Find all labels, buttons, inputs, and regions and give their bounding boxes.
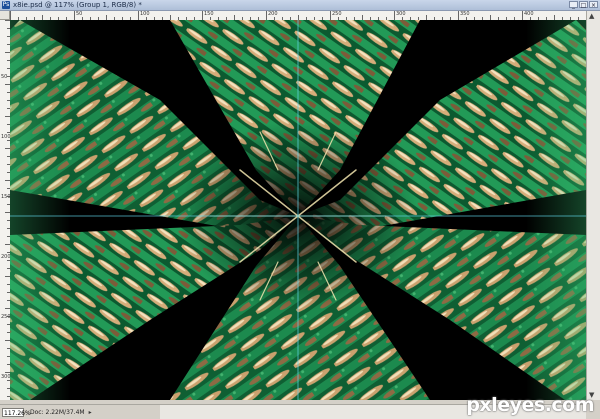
ruler-tick xyxy=(394,11,395,20)
ruler-label: 400 xyxy=(524,11,534,17)
ruler-tick xyxy=(522,11,523,20)
ruler-tick xyxy=(74,11,75,20)
ruler-label: 200 xyxy=(268,11,278,17)
ruler-tick xyxy=(10,11,11,20)
ruler-label: 350 xyxy=(460,11,470,17)
ruler-tick xyxy=(138,11,139,20)
ruler-origin[interactable] xyxy=(0,11,10,20)
pxleyes-watermark: pxleyes.com xyxy=(466,394,594,416)
window-controls: _ □ × xyxy=(569,1,598,9)
ruler-tick xyxy=(458,11,459,20)
document-titlebar[interactable]: Ps x8ie.psd @ 117% (Group 1, RGB/8) * _ … xyxy=(0,0,600,11)
ruler-tick xyxy=(330,11,331,20)
ruler-label: 50 xyxy=(76,11,83,17)
ruler-tick xyxy=(202,11,203,20)
maximize-button[interactable]: □ xyxy=(579,1,588,9)
zoom-level-field[interactable]: 117.26% xyxy=(2,407,31,417)
ruler-label: 100 xyxy=(140,11,150,17)
ruler-label: 300 xyxy=(396,11,406,17)
ruler-label: 250 xyxy=(332,11,342,17)
minimize-button[interactable]: _ xyxy=(569,1,578,9)
status-menu-arrow-icon[interactable]: ▸ xyxy=(89,409,92,416)
close-button[interactable]: × xyxy=(589,1,598,9)
ruler-tick xyxy=(266,11,267,20)
document-size-info: Doc: 2.22M/37.4M xyxy=(30,408,85,416)
ruler-label: 150 xyxy=(204,11,214,17)
document-canvas[interactable] xyxy=(10,20,586,400)
document-title: x8ie.psd @ 117% (Group 1, RGB/8) * xyxy=(13,1,142,9)
photoshop-icon: Ps xyxy=(2,1,10,9)
vertical-scrollbar[interactable]: ▲ ▼ xyxy=(586,11,600,400)
ruler-label: 50 xyxy=(1,74,8,80)
kaleidoscope-artwork xyxy=(10,20,586,400)
status-bar: 117.26% Doc: 2.22M/37.4M ▸ xyxy=(0,404,160,419)
scroll-up-icon[interactable]: ▲ xyxy=(589,12,594,20)
